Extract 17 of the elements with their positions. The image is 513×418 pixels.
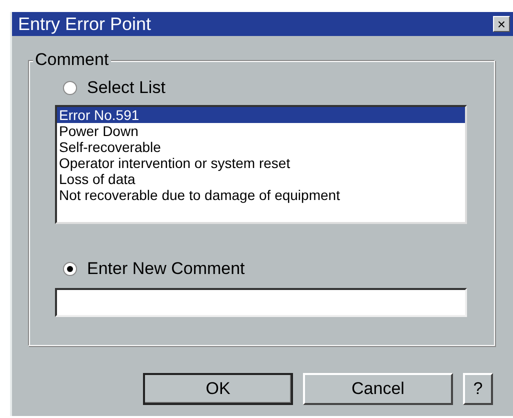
list-item[interactable]: Error No.591 — [57, 107, 465, 123]
list-item[interactable]: Operator intervention or system reset — [57, 155, 465, 171]
radio-label[interactable]: Select List — [87, 78, 166, 98]
list-item[interactable]: Loss of data — [57, 171, 465, 187]
help-button[interactable]: ? — [463, 373, 493, 405]
cancel-button[interactable]: Cancel — [303, 373, 453, 405]
ok-button[interactable]: OK — [143, 373, 293, 405]
radio-button[interactable] — [63, 262, 77, 276]
input-field[interactable] — [55, 288, 467, 317]
list-item[interactable]: Self-recoverable — [57, 139, 465, 155]
radio-label[interactable]: Enter New Comment — [87, 259, 245, 279]
list-box[interactable]: Error No.591 Power Down Self-recoverable Operator intervention or system reset Loss of data Not recoverable due to damage of equipment — [55, 105, 467, 224]
radio-button[interactable] — [63, 81, 77, 95]
list-item[interactable]: Not recoverable due to damage of equipment — [57, 187, 465, 203]
window-title: Entry Error Point — [18, 14, 152, 34]
close-button[interactable]: × — [493, 16, 510, 32]
list-item[interactable]: Power Down — [57, 123, 465, 139]
